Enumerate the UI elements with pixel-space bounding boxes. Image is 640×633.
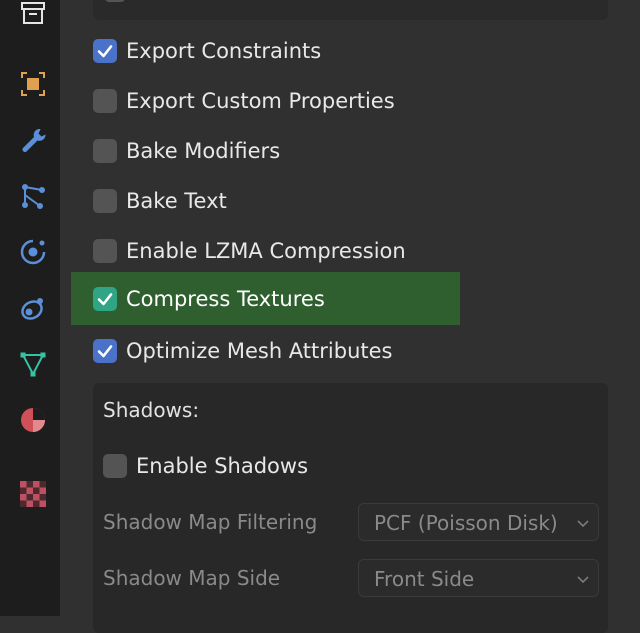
option-label: Enable LZMA Compression bbox=[126, 239, 406, 263]
archive-icon[interactable] bbox=[15, 0, 51, 32]
checkbox-bake-text[interactable] bbox=[93, 189, 117, 213]
option-enable-shadows[interactable]: Enable Shadows bbox=[103, 444, 308, 488]
option-optimize-mesh-attributes[interactable]: Optimize Mesh Attributes bbox=[60, 329, 640, 373]
checkbox-enable-lzma-compression[interactable] bbox=[93, 239, 117, 263]
object-icon[interactable] bbox=[15, 66, 51, 102]
option-bake-modifiers[interactable]: Bake Modifiers bbox=[60, 129, 640, 173]
dropdown-value: PCF (Poisson Disk) bbox=[374, 511, 558, 535]
checkbox-compress-textures[interactable] bbox=[93, 286, 117, 311]
properties-tab-sidebar bbox=[0, 0, 60, 616]
export-options-panel: Export Constraints Export Custom Propert… bbox=[60, 0, 640, 633]
physics-icon[interactable] bbox=[15, 234, 51, 270]
shadow-map-side-row: Shadow Map Side Front Side bbox=[103, 559, 603, 599]
wrench-icon[interactable] bbox=[15, 122, 51, 158]
checkbox-enable-shadows[interactable] bbox=[103, 454, 127, 478]
shadows-title: Shadows: bbox=[103, 398, 200, 422]
constraints-icon[interactable] bbox=[15, 290, 51, 326]
option-label: Bake Text bbox=[126, 189, 227, 213]
option-bake-text[interactable]: Bake Text bbox=[60, 179, 640, 223]
option-label: Optimize Mesh Attributes bbox=[126, 339, 393, 363]
option-compress-textures[interactable]: Compress Textures bbox=[71, 272, 460, 325]
texture-icon[interactable] bbox=[15, 476, 51, 512]
dropdown-value: Front Side bbox=[374, 567, 475, 591]
option-label: Enable Shadows bbox=[136, 454, 309, 478]
option-label: Export Custom Properties bbox=[126, 89, 395, 113]
checkbox-optimize-mesh-attributes[interactable] bbox=[93, 339, 117, 363]
check-icon bbox=[97, 292, 113, 305]
shadow-map-side-dropdown[interactable]: Front Side bbox=[358, 559, 599, 597]
chevron-down-icon bbox=[577, 576, 589, 584]
option-export-custom-properties[interactable]: Export Custom Properties bbox=[60, 79, 640, 123]
check-icon bbox=[97, 45, 113, 58]
shadow-map-filtering-row: Shadow Map Filtering PCF (Poisson Disk) bbox=[103, 503, 603, 543]
previous-subpanel bbox=[93, 0, 608, 20]
partial-checkbox[interactable] bbox=[105, 0, 125, 2]
particles-icon[interactable] bbox=[15, 178, 51, 214]
mesh-data-icon[interactable] bbox=[15, 346, 51, 382]
option-label: Compress Textures bbox=[126, 286, 325, 311]
shadow-map-side-label: Shadow Map Side bbox=[103, 566, 281, 590]
shadow-map-filtering-dropdown[interactable]: PCF (Poisson Disk) bbox=[358, 503, 599, 541]
option-export-constraints[interactable]: Export Constraints bbox=[60, 29, 640, 73]
option-enable-lzma-compression[interactable]: Enable LZMA Compression bbox=[60, 229, 640, 273]
checkbox-export-constraints[interactable] bbox=[93, 39, 117, 63]
checkbox-bake-modifiers[interactable] bbox=[93, 139, 117, 163]
material-icon[interactable] bbox=[15, 402, 51, 438]
chevron-down-icon bbox=[577, 520, 589, 528]
shadow-map-filtering-label: Shadow Map Filtering bbox=[103, 510, 318, 534]
check-icon bbox=[97, 345, 113, 358]
checkbox-export-custom-properties[interactable] bbox=[93, 89, 117, 113]
option-label: Bake Modifiers bbox=[126, 139, 281, 163]
option-label: Export Constraints bbox=[126, 39, 322, 63]
